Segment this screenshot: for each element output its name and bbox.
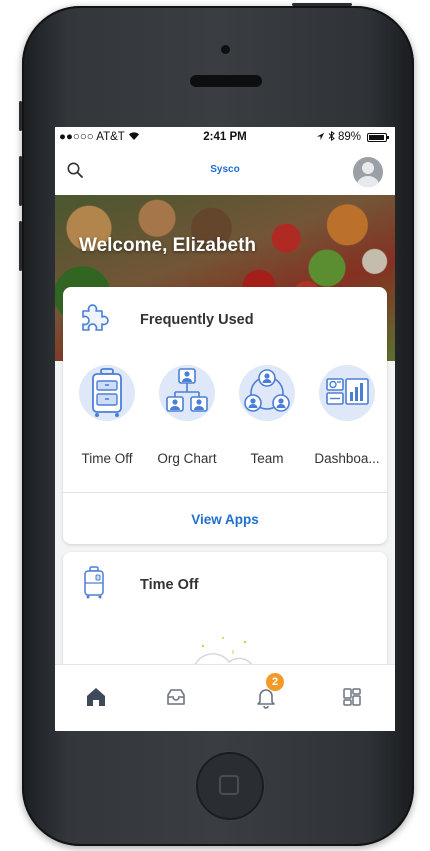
avatar[interactable]: [353, 157, 383, 187]
card-divider: [63, 492, 387, 493]
frequently-used-card: Frequently Used Time Off Org Chart Team …: [63, 287, 387, 544]
status-bar: ●●○○○ AT&T 2:41 PM 89%: [55, 127, 395, 147]
welcome-heading: Welcome, Elizabeth: [79, 235, 257, 256]
home-button[interactable]: [196, 752, 264, 820]
power-button: [292, 3, 352, 6]
earpiece-speaker: [190, 75, 262, 87]
app-org-chart[interactable]: Org Chart: [149, 365, 225, 475]
bottom-tab-bar: 2: [55, 664, 395, 731]
frequently-used-header: Frequently Used: [63, 287, 387, 347]
suitcase-icon: [92, 368, 122, 417]
org-chart-icon: [166, 368, 208, 412]
battery-icon: [367, 133, 389, 142]
app-screen: ●●○○○ AT&T 2:41 PM 89% Sysco Welcome, El…: [55, 127, 395, 731]
front-camera: [221, 45, 230, 54]
battery-percent: 89%: [337, 131, 361, 143]
notifications-button[interactable]: 2: [252, 673, 284, 711]
suitcase-icon: [84, 566, 104, 599]
apps-grid-icon[interactable]: [338, 683, 366, 711]
app-label: Time Off: [81, 451, 133, 466]
volume-down-button: [19, 221, 22, 271]
bluetooth-icon: [328, 130, 335, 142]
app-label: Dashboa...: [314, 451, 380, 466]
dashboard-icon: [326, 378, 369, 405]
app-label: Org Chart: [157, 451, 217, 466]
frequently-used-title: Frequently Used: [140, 312, 254, 328]
inbox-icon[interactable]: [162, 683, 190, 711]
mute-switch: [19, 101, 22, 131]
status-right: 89%: [316, 130, 361, 143]
app-label: Team: [250, 451, 284, 466]
app-time-off[interactable]: Time Off: [69, 365, 145, 475]
time-off-header: Time Off: [63, 552, 387, 612]
puzzle-icon: [82, 304, 109, 331]
volume-up-button: [19, 156, 22, 206]
time-off-title: Time Off: [140, 577, 199, 593]
team-icon: [244, 369, 290, 412]
home-icon[interactable]: [82, 683, 110, 711]
app-shortcuts: Time Off Org Chart Team Dashboa...: [63, 365, 387, 485]
app-bar: Sysco: [55, 147, 395, 195]
view-apps-link[interactable]: View Apps: [63, 512, 387, 527]
brand-logo: Sysco: [210, 164, 240, 175]
location-arrow-icon: [316, 132, 324, 141]
notification-badge: 2: [266, 673, 284, 691]
app-dashboard[interactable]: Dashboa...: [309, 365, 385, 475]
app-team[interactable]: Team: [229, 365, 305, 475]
